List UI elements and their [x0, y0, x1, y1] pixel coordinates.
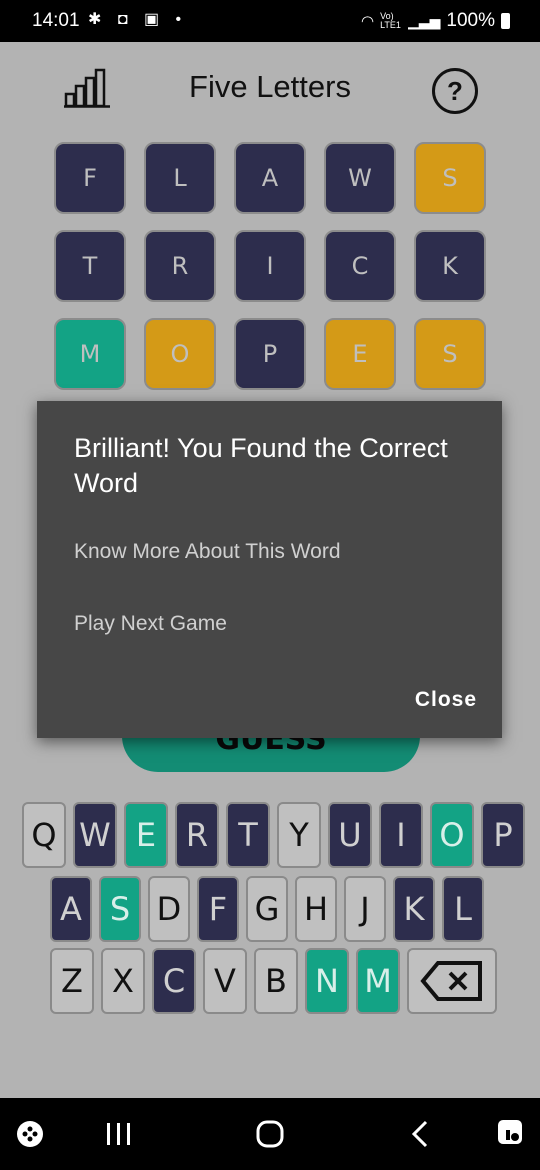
letter-tile: S	[414, 142, 486, 214]
notification-icons: ✱ ◘ ▣ •	[88, 11, 188, 28]
key-t[interactable]: T	[226, 802, 270, 868]
keyboard-row-3: ZXCVBNM	[50, 948, 497, 1014]
keyboard-row-1: QWERTYUIOP	[22, 802, 525, 868]
letter-tile: T	[54, 230, 126, 302]
letter-tile: W	[324, 142, 396, 214]
status-bar: 14:01 ✱ ◘ ▣ • ◠ Vo) LTE1 ▁▃▅ 100%	[0, 0, 540, 42]
grid-row: FLAWS	[54, 142, 486, 214]
status-right: ◠ Vo) LTE1 ▁▃▅ 100%	[361, 10, 510, 32]
keyboard-row-2: ASDFGHJKL	[50, 876, 484, 942]
backspace-icon	[420, 961, 482, 1001]
key-a[interactable]: A	[50, 876, 92, 942]
key-g[interactable]: G	[246, 876, 288, 942]
close-button[interactable]: Close	[415, 688, 477, 712]
letter-tile: P	[234, 318, 306, 390]
key-s[interactable]: S	[99, 876, 141, 942]
key-c[interactable]: C	[152, 948, 196, 1014]
key-u[interactable]: U	[328, 802, 372, 868]
key-z[interactable]: Z	[50, 948, 94, 1014]
key-j[interactable]: J	[344, 876, 386, 942]
key-y[interactable]: Y	[277, 802, 321, 868]
key-x[interactable]: X	[101, 948, 145, 1014]
key-h[interactable]: H	[295, 876, 337, 942]
key-r[interactable]: R	[175, 802, 219, 868]
back-icon[interactable]	[410, 1120, 430, 1148]
letter-tile: M	[54, 318, 126, 390]
key-p[interactable]: P	[481, 802, 525, 868]
battery-icon	[501, 13, 510, 29]
letter-tile: O	[144, 318, 216, 390]
signal-icon: ▁▃▅	[408, 12, 441, 29]
letter-tile: S	[414, 318, 486, 390]
know-more-option[interactable]: Know More About This Word	[74, 540, 341, 564]
game-launcher-icon[interactable]	[16, 1120, 44, 1148]
key-o[interactable]: O	[430, 802, 474, 868]
battery-percent: 100%	[446, 10, 495, 31]
network-label: Vo) LTE1	[380, 11, 401, 30]
key-e[interactable]: E	[124, 802, 168, 868]
dialog-title: Brilliant! You Found the Correct Word	[74, 433, 448, 498]
key-n[interactable]: N	[305, 948, 349, 1014]
grid-row: MOPES	[54, 318, 486, 390]
key-q[interactable]: Q	[22, 802, 66, 868]
navigation-bar	[0, 1098, 540, 1170]
letter-tile: A	[234, 142, 306, 214]
key-b[interactable]: B	[254, 948, 298, 1014]
help-icon[interactable]: ?	[432, 68, 478, 114]
key-v[interactable]: V	[203, 948, 247, 1014]
assistant-icon[interactable]	[496, 1118, 526, 1148]
letter-grid: FLAWSTRICKMOPES	[54, 142, 486, 406]
letter-tile: F	[54, 142, 126, 214]
status-time: 14:01	[32, 10, 80, 31]
key-d[interactable]: D	[148, 876, 190, 942]
letter-tile: I	[234, 230, 306, 302]
play-next-option[interactable]: Play Next Game	[74, 612, 227, 636]
app-header: Five Letters ?	[0, 42, 540, 134]
letter-tile: E	[324, 318, 396, 390]
letter-tile: K	[414, 230, 486, 302]
key-l[interactable]: L	[442, 876, 484, 942]
wifi-icon: ◠	[360, 13, 375, 30]
home-icon[interactable]	[256, 1120, 284, 1148]
key-m[interactable]: M	[356, 948, 400, 1014]
key-w[interactable]: W	[73, 802, 117, 868]
backspace-key[interactable]	[407, 948, 497, 1014]
key-i[interactable]: I	[379, 802, 423, 868]
result-dialog: Brilliant! You Found the Correct Word Kn…	[37, 401, 502, 738]
grid-row: TRICK	[54, 230, 486, 302]
letter-tile: R	[144, 230, 216, 302]
letter-tile: L	[144, 142, 216, 214]
letter-tile: C	[324, 230, 396, 302]
recent-apps-icon[interactable]	[106, 1122, 132, 1146]
key-k[interactable]: K	[393, 876, 435, 942]
key-f[interactable]: F	[197, 876, 239, 942]
